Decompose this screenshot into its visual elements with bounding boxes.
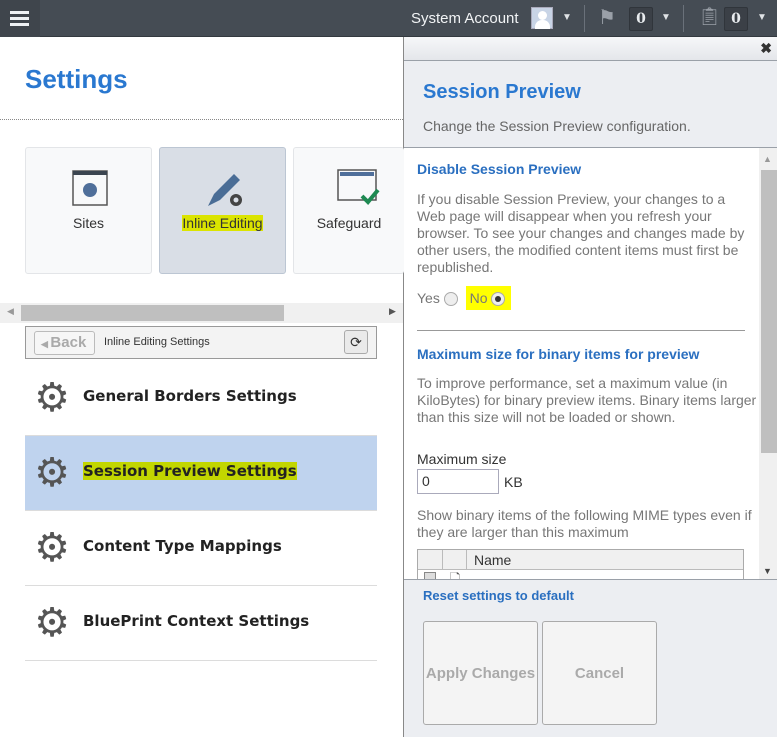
list-item-blueprint-context[interactable]: ⚙ BluePrint Context Settings bbox=[25, 586, 377, 661]
window-check-icon bbox=[337, 169, 380, 205]
divider bbox=[0, 119, 403, 120]
settings-pane: Settings Sites Inline Editing Safeguard … bbox=[0, 37, 404, 737]
account-dropdown-icon[interactable]: ▼ bbox=[562, 12, 572, 23]
back-label: Back bbox=[50, 334, 87, 351]
scroll-right-icon[interactable]: ▶ bbox=[389, 306, 396, 317]
list-item-label: Session Preview Settings bbox=[83, 462, 297, 480]
refresh-button[interactable]: ⟳ bbox=[344, 330, 368, 354]
page-title: Settings bbox=[25, 64, 128, 94]
close-icon[interactable]: ✖ bbox=[760, 40, 772, 57]
tile-label: Sites bbox=[72, 215, 105, 231]
yes-label: Yes bbox=[417, 290, 440, 306]
gear-icon: ⚙ bbox=[34, 376, 70, 420]
section-heading: Maximum size for binary items for previe… bbox=[417, 346, 700, 362]
max-size-input[interactable]: 0 bbox=[417, 469, 499, 494]
scrollbar-thumb[interactable] bbox=[761, 170, 777, 453]
unit-label: KB bbox=[504, 474, 523, 490]
account-name[interactable]: System Account bbox=[411, 10, 519, 27]
divider bbox=[683, 5, 684, 32]
top-bar: System Account ▼ ⚑ 0 ▼ 📋︎ 0 ▼ bbox=[0, 0, 777, 37]
grid-column bbox=[443, 550, 467, 570]
list-item-session-preview[interactable]: ⚙ Session Preview Settings bbox=[25, 436, 377, 511]
tile-safeguard[interactable]: Safeguard bbox=[293, 147, 404, 274]
panel-header-bar: ✖ bbox=[404, 37, 777, 61]
scroll-left-icon[interactable]: ◀ bbox=[7, 306, 14, 317]
panel-subtitle: Change the Session Preview configuration… bbox=[423, 118, 691, 134]
clipboard-icon[interactable]: 📋︎ bbox=[698, 6, 721, 27]
list-item-general-borders[interactable]: ⚙ General Borders Settings bbox=[25, 361, 377, 436]
flag-icon[interactable]: ⚑ bbox=[598, 5, 616, 30]
section-description: To improve performance, set a maximum va… bbox=[417, 375, 757, 425]
grid-header: Name bbox=[418, 550, 743, 570]
apply-changes-button[interactable]: Apply Changes bbox=[423, 621, 538, 725]
breadcrumb: Inline Editing Settings bbox=[104, 336, 210, 348]
menu-button[interactable] bbox=[0, 0, 40, 37]
grid-header-name[interactable]: Name bbox=[474, 552, 511, 568]
gear-icon: ⚙ bbox=[34, 601, 70, 645]
back-button[interactable]: ◀ Back bbox=[34, 331, 95, 355]
section-heading: Disable Session Preview bbox=[417, 161, 582, 177]
tile-inline-editing[interactable]: Inline Editing bbox=[159, 147, 286, 274]
breadcrumb-toolbar: ◀ Back Inline Editing Settings ⟳ bbox=[25, 326, 377, 359]
no-label: No bbox=[469, 290, 488, 306]
grid-column bbox=[418, 550, 443, 570]
tile-label: Inline Editing bbox=[160, 215, 285, 231]
max-size-label: Maximum size bbox=[417, 451, 507, 467]
list-item-label: BluePrint Context Settings bbox=[83, 612, 310, 630]
flag-dropdown-icon[interactable]: ▼ bbox=[661, 12, 671, 23]
settings-form: Disable Session Preview If you disable S… bbox=[404, 147, 777, 580]
divider bbox=[417, 330, 745, 331]
mime-types-grid: Name 🗋 bbox=[417, 549, 744, 580]
session-preview-panel: ✖ Session Preview Change the Session Pre… bbox=[404, 37, 777, 737]
disable-radio-group: Yes No bbox=[417, 286, 512, 310]
hamburger-line bbox=[10, 17, 29, 20]
mime-description: Show binary items of the following MIME … bbox=[417, 507, 752, 540]
back-arrow-icon: ◀ bbox=[41, 339, 51, 349]
gear-icon: ⚙ bbox=[34, 526, 70, 570]
flag-count[interactable]: 0 bbox=[629, 7, 653, 31]
section-description: If you disable Session Preview, your cha… bbox=[417, 191, 745, 275]
gear-icon: ⚙ bbox=[34, 451, 70, 495]
yes-radio[interactable] bbox=[443, 292, 458, 307]
list-item-label: Content Type Mappings bbox=[83, 537, 282, 555]
tasks-count[interactable]: 0 bbox=[724, 7, 748, 31]
document-icon: 🗋 bbox=[450, 571, 461, 580]
hamburger-line bbox=[10, 11, 29, 14]
scroll-up-icon[interactable]: ▲ bbox=[763, 154, 772, 164]
browser-globe-icon bbox=[72, 170, 108, 206]
row-checkbox[interactable] bbox=[424, 572, 436, 579]
refresh-icon: ⟳ bbox=[350, 334, 362, 350]
tile-label-text: Inline Editing bbox=[182, 215, 263, 231]
cancel-button[interactable]: Cancel bbox=[542, 621, 657, 725]
tile-label: Safeguard bbox=[316, 215, 382, 231]
horizontal-scrollbar[interactable]: ◀ ▶ bbox=[0, 303, 403, 323]
tasks-dropdown-icon[interactable]: ▼ bbox=[757, 12, 767, 23]
reset-link[interactable]: Reset settings to default bbox=[423, 588, 574, 603]
scrollbar-thumb[interactable] bbox=[21, 305, 284, 321]
vertical-scrollbar[interactable]: ▲ ▼ bbox=[759, 148, 777, 579]
no-radio[interactable] bbox=[491, 292, 506, 307]
pencil-gear-icon bbox=[208, 174, 242, 206]
avatar-icon[interactable] bbox=[531, 7, 553, 29]
list-item-label: General Borders Settings bbox=[83, 387, 297, 405]
tile-sites[interactable]: Sites bbox=[25, 147, 152, 274]
panel-title: Session Preview bbox=[423, 81, 581, 103]
hamburger-line bbox=[10, 23, 29, 26]
scroll-down-icon[interactable]: ▼ bbox=[763, 566, 772, 576]
divider bbox=[584, 5, 585, 32]
list-item-content-type-mappings[interactable]: ⚙ Content Type Mappings bbox=[25, 511, 377, 586]
